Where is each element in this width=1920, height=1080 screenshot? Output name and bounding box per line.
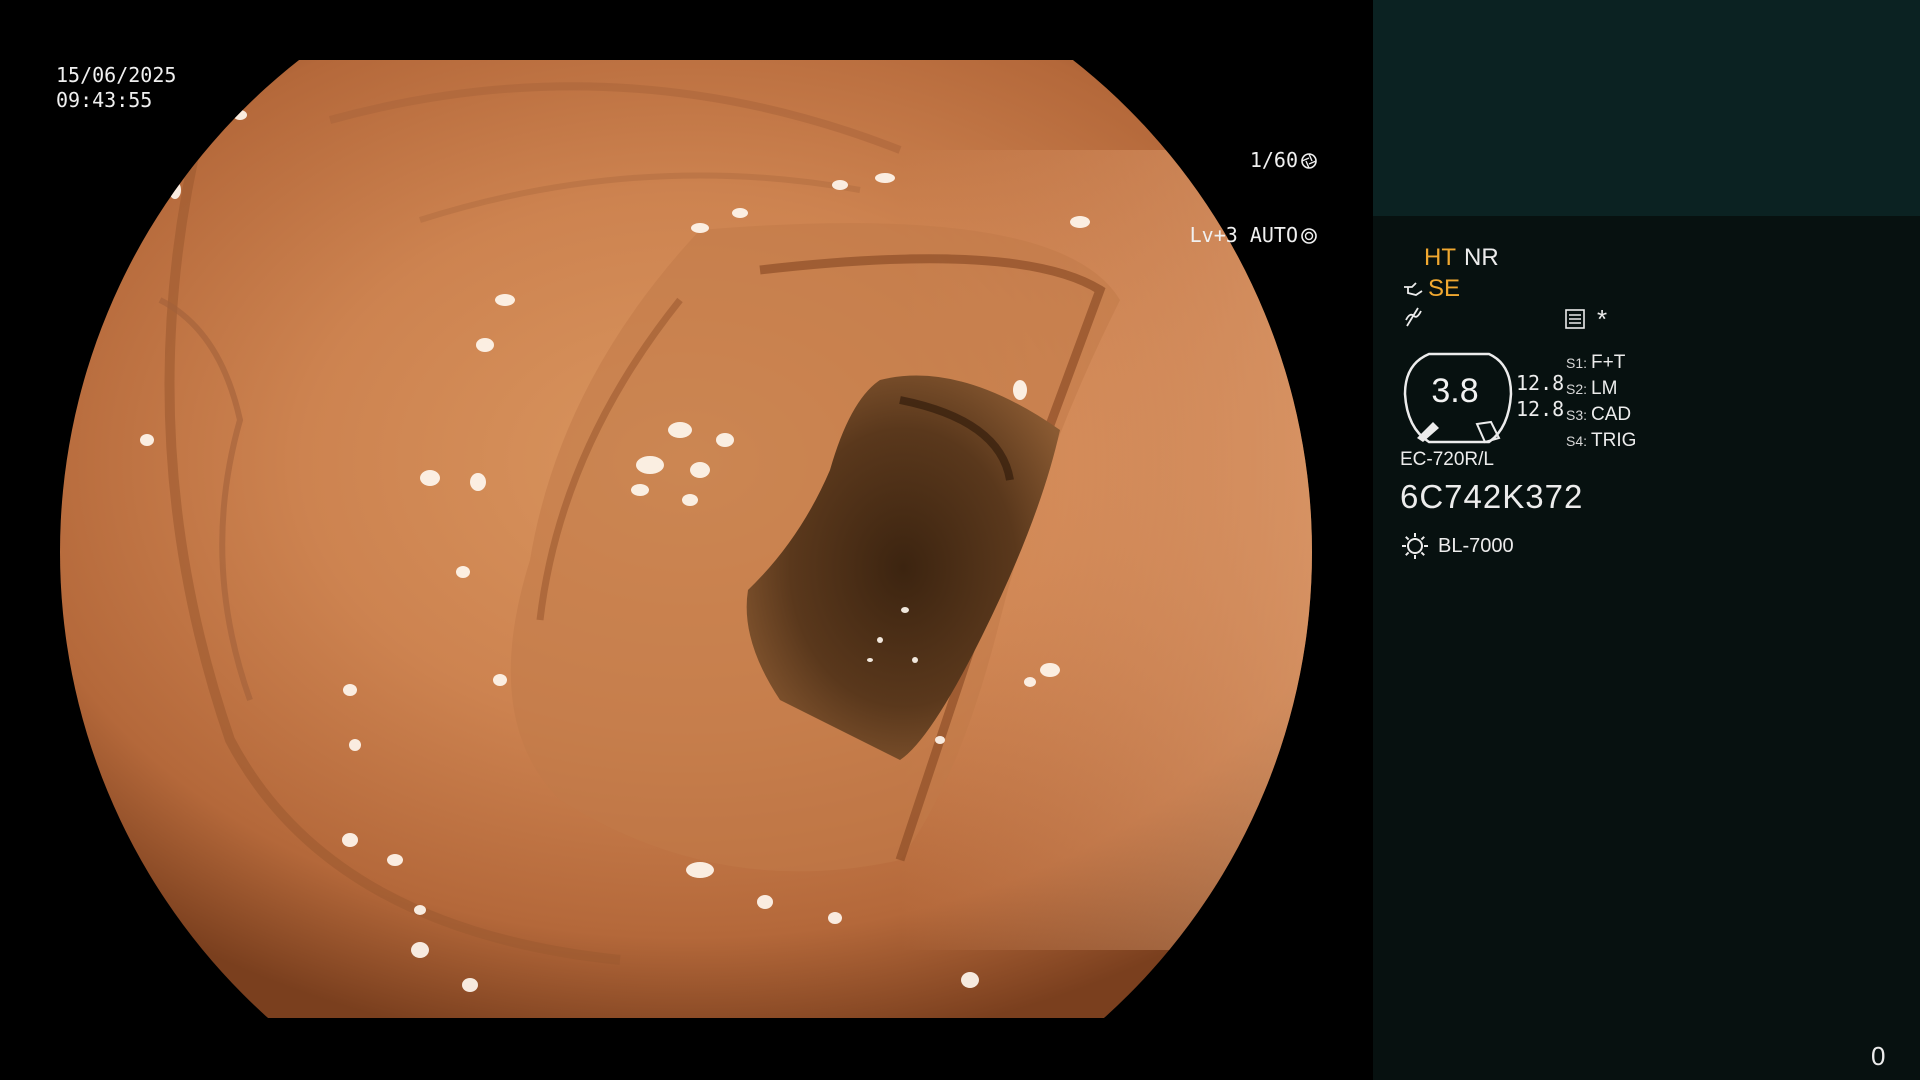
iris-text: Lv+3 AUTO: [1189, 223, 1298, 247]
mode-nr: NR: [1464, 244, 1499, 271]
shutter-row: 1/60: [1190, 148, 1318, 173]
zoom-value-2: 12.8: [1516, 397, 1565, 421]
switch-key: S3:: [1566, 407, 1588, 423]
scope-switch-list: S1: F+T S2: LM S3: CAD S4: TRIG: [1566, 350, 1636, 454]
endoscopic-image: [60, 60, 1312, 1018]
switch-key: S2:: [1566, 381, 1588, 397]
enhancement-icon: [1405, 307, 1422, 327]
switch-row: S1: F+T: [1566, 350, 1636, 376]
iris-icon: [1301, 227, 1317, 244]
image-counter: 0: [1871, 1041, 1886, 1071]
switch-key: S4:: [1566, 433, 1588, 449]
zoom-value: 3.8: [1431, 372, 1479, 410]
structure-enhancement-row: SE: [1402, 275, 1460, 303]
light-source-icon: [1402, 533, 1428, 559]
info-sidebar: HT NR SE * 3.8 12.8 12.8 S1: F+T S2: LM S3:…: [1373, 0, 1920, 1080]
shutter-speed-text: 1/60: [1249, 148, 1298, 172]
zoom-values: 12.8 12.8: [1516, 370, 1564, 422]
endoscope-video-area: 15/06/2025 09:43:55 1/60 Lv+3 AUTO: [0, 0, 1373, 1080]
light-source-text: BL-7000: [1438, 534, 1514, 557]
document-icon: [1565, 309, 1585, 329]
switch-value: F+T: [1591, 352, 1626, 373]
star-indicator: *: [1597, 304, 1608, 334]
light-source-row: BL-7000: [1400, 531, 1514, 561]
exposure-readout: 1/60 Lv+3 AUTO: [1190, 98, 1318, 298]
sidebar-header-panel: [1373, 0, 1920, 216]
switch-value: TRIG: [1591, 430, 1637, 451]
scope-serial: 6C742K372: [1400, 478, 1584, 515]
switch-key: S1:: [1566, 355, 1588, 371]
enhancement-row: [1402, 306, 1424, 328]
switch-row: S4: TRIG: [1566, 428, 1636, 454]
time-text: 09:43:55: [56, 88, 153, 112]
date-text: 15/06/2025: [56, 63, 177, 87]
scope-model: EC-720R/L: [1400, 449, 1494, 470]
processing-mode-row: HT NR: [1424, 244, 1507, 272]
shutter-icon: [1301, 152, 1317, 169]
iris-row: Lv+3 AUTO: [1190, 223, 1318, 248]
switch-row: S2: LM: [1566, 376, 1636, 402]
switch-value: LM: [1591, 378, 1618, 399]
switch-value: CAD: [1591, 404, 1632, 425]
mode-ht: HT: [1424, 244, 1456, 271]
zoom-value-1: 12.8: [1516, 371, 1565, 395]
switch-row: S3: CAD: [1566, 402, 1636, 428]
date-time-readout: 15/06/2025 09:43:55: [56, 63, 176, 113]
scope-icon: [1404, 282, 1423, 296]
mode-se: SE: [1428, 275, 1461, 302]
